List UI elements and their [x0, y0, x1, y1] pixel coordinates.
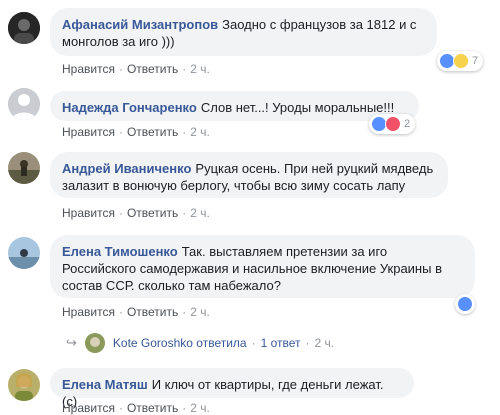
comment-bubble: Афанасий Мизантропов Заодно с французов з… — [50, 8, 437, 56]
comment-bubble: Надежда Гончаренко Слов нет...! Уроды мор… — [50, 91, 419, 121]
replier-verb: ответила — [196, 336, 247, 350]
love-icon — [385, 116, 401, 132]
reply-link[interactable]: Ответить — [127, 206, 178, 220]
reaction-count: 2 — [404, 118, 411, 130]
comment-author[interactable]: Елена Матяш — [62, 377, 148, 392]
comment-author[interactable]: Елена Тимошенко — [62, 244, 178, 259]
like-link[interactable]: Нравится — [62, 62, 115, 76]
comment-text: состав ССР. сколько там набежало? — [62, 278, 281, 293]
timestamp[interactable]: 2 ч. — [190, 125, 210, 139]
comment-text: Руцкая осень. При ней руцкий мядведь — [195, 161, 434, 176]
comment-text: Слов нет...! Уроды моральные!!! — [200, 100, 395, 115]
comment-author[interactable]: Андрей Иваниченко — [62, 161, 191, 176]
comment-text: Так. выставляем претензии за иго — [181, 244, 388, 259]
comment-bubble: Елена Тимошенко Так. выставляем претензии… — [50, 235, 475, 298]
comment-bubble: Елена Матяш И ключ от квартиры, где деньг… — [50, 368, 414, 409]
comment-bubble: Андрей Иваниченко Руцкая осень. При ней р… — [50, 152, 448, 198]
like-link[interactable]: Нравится — [62, 401, 115, 415]
comment-actions: Нравится · Ответить · 2 ч. — [62, 62, 210, 76]
comment-actions: Нравится · Ответить · 2 ч. — [62, 305, 210, 319]
avatar[interactable] — [8, 152, 40, 184]
separator: · — [305, 336, 310, 350]
avatar[interactable] — [8, 369, 40, 401]
haha-icon — [453, 53, 469, 69]
reply-count[interactable]: 1 ответ — [261, 336, 301, 350]
like-link[interactable]: Нравится — [62, 305, 115, 319]
comment-text: монголов за иго ))) — [62, 34, 175, 49]
replier-name[interactable]: Kote Goroshko — [113, 336, 193, 350]
timestamp[interactable]: 2 ч. — [190, 305, 210, 319]
comment-actions: Нравится · Ответить · 2 ч. — [62, 125, 210, 139]
avatar[interactable] — [8, 237, 40, 269]
separator: · — [251, 336, 256, 350]
like-link[interactable]: Нравится — [62, 206, 115, 220]
reaction-summary[interactable]: 2 — [369, 114, 416, 134]
comment-author[interactable]: Надежда Гончаренко — [62, 100, 197, 115]
comment-text: Российского самодержавия и насильное вкл… — [62, 261, 442, 276]
view-replies-row[interactable]: ↪ Kote Goroshko ответила · 1 ответ · 2 ч… — [66, 333, 334, 353]
reply-link[interactable]: Ответить — [127, 125, 178, 139]
timestamp[interactable]: 2 ч. — [190, 62, 210, 76]
comment-actions: Нравится · Ответить · 2 ч. — [62, 401, 210, 415]
comment-text: Заодно с французов за 1812 и с — [222, 17, 417, 32]
replier-avatar — [84, 333, 105, 353]
comment-actions: Нравится · Ответить · 2 ч. — [62, 206, 210, 220]
avatar[interactable] — [8, 88, 40, 120]
reaction-count: 7 — [472, 55, 479, 67]
timestamp: 2 ч. — [314, 336, 335, 350]
comment-text: залазит в вонючую берлогу, чтобы всю зим… — [62, 178, 406, 193]
timestamp[interactable]: 2 ч. — [190, 206, 210, 220]
reply-link[interactable]: Ответить — [127, 62, 178, 76]
reaction-summary[interactable]: 7 — [437, 51, 484, 71]
reply-link[interactable]: Ответить — [127, 401, 178, 415]
reply-arrow-icon: ↪ — [66, 335, 77, 350]
like-link[interactable]: Нравится — [62, 125, 115, 139]
avatar[interactable] — [8, 12, 40, 44]
timestamp[interactable]: 2 ч. — [190, 401, 210, 415]
reply-link[interactable]: Ответить — [127, 305, 178, 319]
comment-author[interactable]: Афанасий Мизантропов — [62, 17, 218, 32]
like-icon — [457, 296, 473, 312]
reaction-summary[interactable] — [455, 294, 475, 314]
